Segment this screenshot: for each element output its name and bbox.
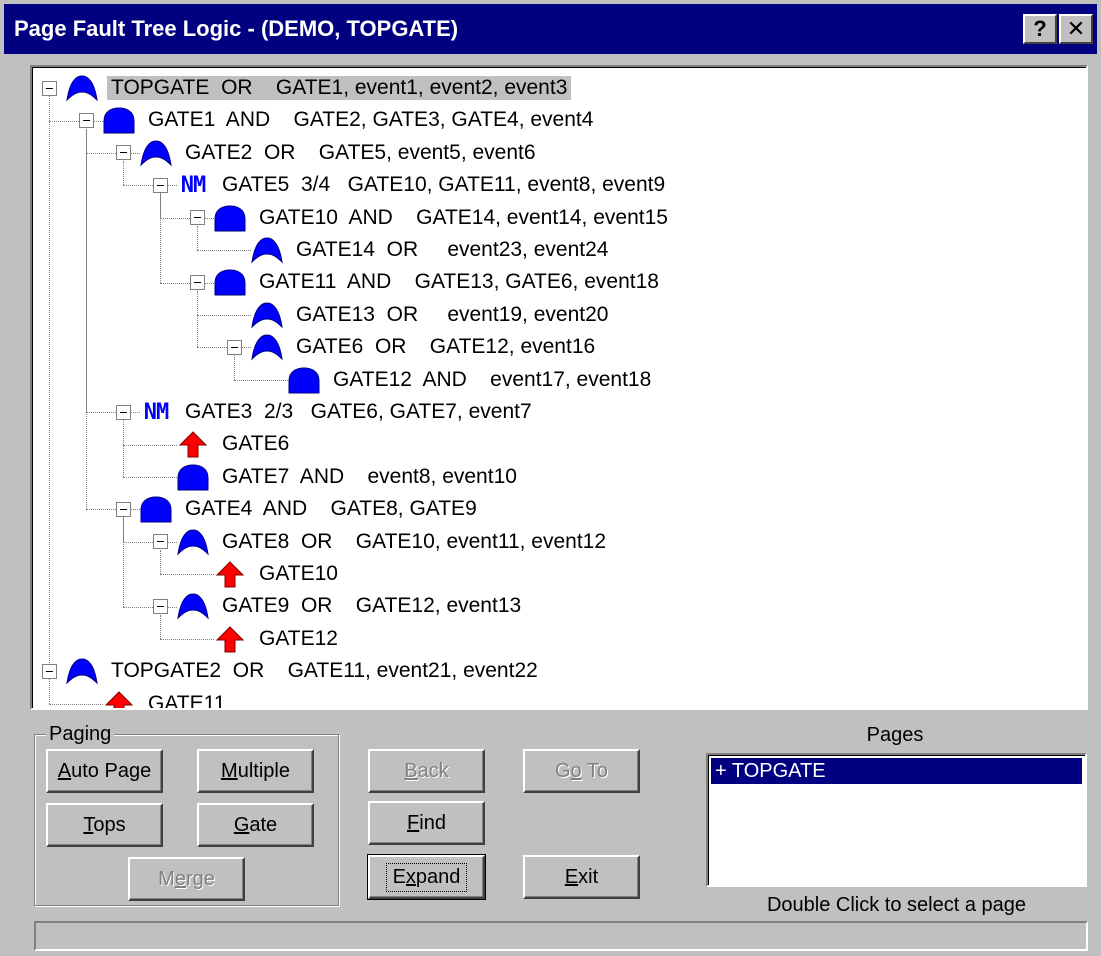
tree-node[interactable]: GATE1 AND GATE2, GATE3, GATE4, event4: [79, 104, 597, 136]
tree-connector: [160, 193, 161, 283]
merge-button[interactable]: Merge: [128, 857, 245, 901]
pages-list[interactable]: + TOPGATE: [706, 753, 1087, 887]
collapse-icon[interactable]: [42, 80, 57, 96]
tree-node[interactable]: GATE6: [153, 428, 293, 460]
tree-node[interactable]: GATE10 AND GATE14, event14, event15: [190, 202, 672, 234]
n-of-m-gate-icon: NM: [180, 172, 206, 198]
collapse-icon[interactable]: [190, 274, 205, 290]
tree-node-label[interactable]: GATE5 3/4 GATE10, GATE11, event8, event9: [218, 173, 669, 197]
tree-node[interactable]: TOPGATE2 OR GATE11, event21, event22: [42, 655, 542, 687]
transfer-arrow-icon: [102, 689, 136, 708]
tree-node[interactable]: NM GATE5 3/4 GATE10, GATE11, event8, even…: [153, 169, 669, 201]
collapse-icon[interactable]: [227, 339, 242, 355]
go-to-button[interactable]: Go To: [523, 749, 640, 793]
and-gate-icon: [287, 365, 321, 395]
tree-node-label[interactable]: GATE11: [144, 692, 229, 708]
tree-node[interactable]: GATE12: [190, 623, 342, 655]
tree-node-label[interactable]: GATE6 OR GATE12, event16: [292, 335, 599, 359]
tree-node-label[interactable]: GATE10: [255, 562, 342, 586]
tree-node[interactable]: GATE7 AND event8, event10: [153, 461, 521, 493]
tree-node-label[interactable]: GATE12: [255, 627, 342, 651]
transfer-arrow-icon: [213, 624, 247, 654]
tree-connector: [123, 517, 124, 607]
or-gate-icon: [139, 138, 173, 168]
tree-node[interactable]: GATE14 OR event23, event24: [227, 234, 612, 266]
tree-connector: [86, 128, 87, 510]
tree-node-label[interactable]: GATE12 AND event17, event18: [329, 368, 655, 392]
tree-node[interactable]: GATE4 AND GATE8, GATE9: [116, 493, 481, 525]
or-gate-icon: [176, 591, 210, 621]
paging-group-label: Paging: [46, 723, 115, 746]
and-gate-icon: [213, 203, 247, 233]
collapse-icon[interactable]: [116, 501, 131, 517]
collapse-icon[interactable]: [79, 112, 94, 128]
tree-node-label[interactable]: GATE2 OR GATE5, event5, event6: [181, 141, 540, 165]
tree-node-label[interactable]: GATE7 AND event8, event10: [218, 465, 521, 489]
tree-connector: [49, 96, 50, 664]
or-gate-icon: [250, 332, 284, 362]
tree-node-label[interactable]: GATE8 OR GATE10, event11, event12: [218, 530, 610, 554]
tree-node-label[interactable]: GATE11 AND GATE13, GATE6, event18: [255, 270, 663, 294]
tree-node-label[interactable]: GATE14 OR event23, event24: [292, 238, 612, 262]
tree-node[interactable]: TOPGATE OR GATE1, event1, event2, event3: [42, 72, 572, 104]
or-gate-icon: [250, 235, 284, 265]
transfer-arrow-icon: [213, 559, 247, 589]
tree-node[interactable]: GATE9 OR GATE12, event13: [153, 590, 525, 622]
collapse-icon[interactable]: [116, 145, 131, 161]
collapse-icon[interactable]: [190, 210, 205, 226]
pages-list-item[interactable]: + TOPGATE: [711, 758, 1082, 784]
pages-hint: Double Click to select a page: [766, 894, 1027, 916]
tree-node-label[interactable]: GATE9 OR GATE12, event13: [218, 594, 525, 618]
tree-node[interactable]: GATE10: [190, 558, 342, 590]
status-bar: [34, 921, 1088, 951]
tree-node[interactable]: GATE11 AND GATE13, GATE6, event18: [190, 266, 663, 298]
multiple-button[interactable]: Multiple: [197, 749, 314, 793]
exit-button[interactable]: Exit: [523, 855, 640, 899]
collapse-icon[interactable]: [42, 663, 57, 679]
tree-node[interactable]: GATE13 OR event19, event20: [227, 299, 612, 331]
or-gate-icon: [65, 656, 99, 686]
tree-node[interactable]: GATE12 AND event17, event18: [264, 364, 655, 396]
tree-node-label[interactable]: GATE4 AND GATE8, GATE9: [181, 497, 481, 521]
transfer-arrow-icon: [176, 429, 210, 459]
tree-connector: [123, 420, 124, 477]
tree-node[interactable]: GATE2 OR GATE5, event5, event6: [116, 137, 540, 169]
and-gate-icon: [102, 105, 136, 135]
tree-node-label[interactable]: GATE3 2/3 GATE6, GATE7, event7: [181, 400, 536, 424]
back-button[interactable]: Back: [368, 749, 485, 793]
n-of-m-gate-icon: NM: [143, 399, 169, 425]
help-button[interactable]: ?: [1023, 14, 1057, 44]
expand-button[interactable]: Expand: [367, 854, 486, 900]
or-gate-icon: [176, 527, 210, 557]
collapse-icon[interactable]: [116, 404, 131, 420]
tree-node-label[interactable]: TOPGATE OR GATE1, event1, event2, event3: [107, 76, 572, 100]
or-gate-icon: [250, 300, 284, 330]
find-button[interactable]: Find: [368, 801, 485, 845]
close-button[interactable]: ✕: [1059, 14, 1093, 44]
pages-title: Pages: [866, 724, 924, 746]
window-title: Page Fault Tree Logic - (DEMO, TOPGATE): [14, 16, 459, 41]
and-gate-icon: [176, 462, 210, 492]
and-gate-icon: [213, 267, 247, 297]
tree-node-label[interactable]: GATE13 OR event19, event20: [292, 303, 612, 327]
tree-node[interactable]: GATE8 OR GATE10, event11, event12: [153, 526, 610, 558]
gate-button[interactable]: Gate: [197, 803, 314, 847]
auto-page-button[interactable]: Auto Page: [46, 749, 163, 793]
tree-node-label[interactable]: GATE1 AND GATE2, GATE3, GATE4, event4: [144, 108, 597, 132]
and-gate-icon: [139, 494, 173, 524]
tree-connector: [197, 290, 198, 348]
tops-button[interactable]: Tops: [46, 803, 163, 847]
collapse-icon[interactable]: [153, 598, 168, 614]
tree-node[interactable]: GATE11: [79, 688, 229, 708]
tree-node-label[interactable]: GATE10 AND GATE14, event14, event15: [255, 206, 672, 230]
tree-node-label[interactable]: TOPGATE2 OR GATE11, event21, event22: [107, 659, 542, 683]
collapse-icon[interactable]: [153, 177, 168, 193]
tree-node[interactable]: GATE6 OR GATE12, event16: [227, 331, 599, 363]
tree-node[interactable]: NM GATE3 2/3 GATE6, GATE7, event7: [116, 396, 536, 428]
tree-node-label[interactable]: GATE6: [218, 432, 293, 456]
collapse-icon[interactable]: [153, 534, 168, 550]
title-bar: Page Fault Tree Logic - (DEMO, TOPGATE) …: [4, 4, 1097, 54]
fault-tree-view[interactable]: TOPGATE OR GATE1, event1, event2, event3…: [30, 65, 1088, 710]
or-gate-icon: [65, 73, 99, 103]
